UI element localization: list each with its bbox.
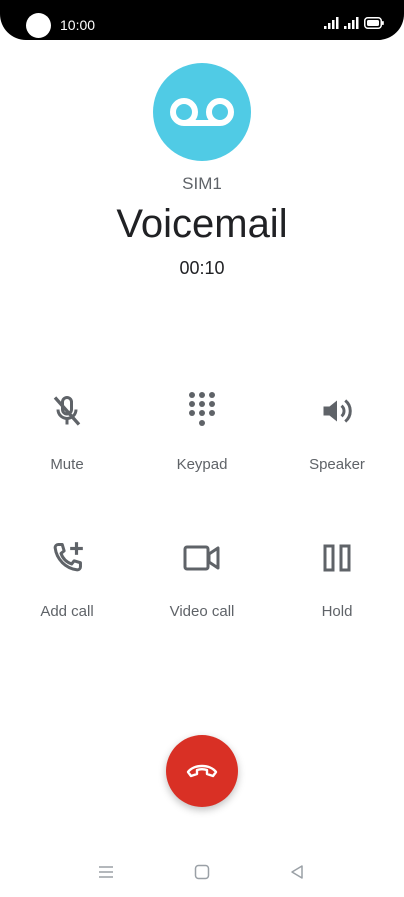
contact-avatar bbox=[153, 63, 251, 161]
end-call-button[interactable] bbox=[166, 735, 238, 807]
status-bar: 10:00 bbox=[0, 0, 404, 40]
speaker-button[interactable]: Speaker bbox=[270, 389, 404, 499]
navigation-bar bbox=[0, 855, 404, 889]
video-call-button[interactable]: Video call bbox=[135, 536, 269, 646]
keypad-button[interactable]: Keypad bbox=[135, 389, 269, 499]
add-call-icon bbox=[45, 536, 89, 580]
hold-label: Hold bbox=[321, 603, 353, 620]
status-icons bbox=[324, 17, 384, 29]
menu-lines-icon bbox=[99, 866, 113, 878]
mute-label: Mute bbox=[50, 456, 84, 473]
add-call-label: Add call bbox=[40, 603, 94, 620]
contact-name: Voicemail bbox=[116, 202, 288, 246]
signal-sim2-icon bbox=[344, 17, 359, 29]
voicemail-icon bbox=[170, 98, 234, 126]
mic-off-icon bbox=[45, 389, 89, 433]
add-call-button[interactable]: Add call bbox=[0, 536, 134, 646]
keypad-label: Keypad bbox=[176, 456, 228, 473]
pause-icon bbox=[315, 536, 359, 580]
speaker-icon bbox=[315, 389, 359, 433]
video-call-label: Video call bbox=[169, 603, 235, 620]
recent-apps-button[interactable] bbox=[89, 855, 123, 889]
dialpad-icon bbox=[180, 389, 224, 433]
triangle-back-icon bbox=[291, 865, 303, 879]
mute-button[interactable]: Mute bbox=[0, 389, 134, 499]
hold-button[interactable]: Hold bbox=[270, 536, 404, 646]
square-home-icon bbox=[194, 864, 210, 880]
front-camera-cutout bbox=[26, 13, 51, 38]
battery-icon bbox=[364, 17, 384, 29]
video-camera-icon bbox=[180, 536, 224, 580]
call-timer: 00:10 bbox=[179, 258, 225, 278]
back-button[interactable] bbox=[280, 855, 314, 889]
signal-sim1-icon bbox=[324, 17, 339, 29]
home-button[interactable] bbox=[185, 855, 219, 889]
speaker-label: Speaker bbox=[309, 456, 365, 473]
status-time: 10:00 bbox=[60, 17, 96, 33]
sim-label: SIM1 bbox=[182, 174, 222, 193]
hang-up-icon bbox=[186, 764, 218, 778]
